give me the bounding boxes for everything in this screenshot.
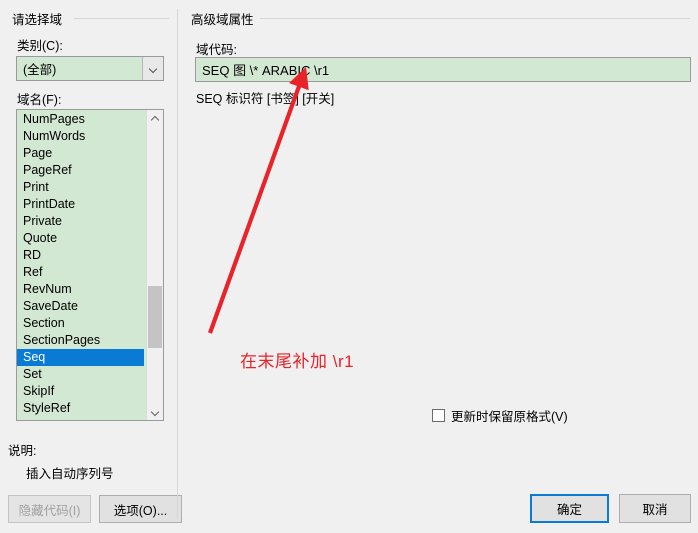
preserve-format-checkbox[interactable] — [432, 409, 445, 422]
list-item[interactable]: Page — [17, 145, 146, 162]
fieldname-scrollbar[interactable] — [146, 110, 163, 420]
category-value: (全部) — [23, 63, 57, 77]
category-dropdown-button[interactable] — [142, 57, 163, 80]
list-item[interactable]: SkipIf — [17, 383, 146, 400]
ok-button[interactable]: 确定 — [530, 494, 609, 523]
left-group-title: 请选择域 — [12, 9, 69, 28]
description-label: 说明: — [8, 444, 37, 458]
options-button[interactable]: 选项(O)... — [99, 495, 182, 523]
fieldname-label: 域名(F): — [17, 93, 62, 107]
list-item[interactable]: RD — [17, 247, 146, 264]
chevron-up-icon — [152, 115, 159, 122]
list-item[interactable]: SaveDate — [17, 298, 146, 315]
list-item[interactable]: Print — [17, 179, 146, 196]
scroll-down-button[interactable] — [147, 404, 163, 420]
list-item[interactable]: Set — [17, 366, 146, 383]
scroll-up-button[interactable] — [147, 110, 163, 126]
chevron-down-icon — [152, 409, 159, 416]
list-item[interactable]: PageRef — [17, 162, 146, 179]
left-group-divider — [74, 18, 169, 19]
cancel-button[interactable]: 取消 — [619, 494, 691, 523]
fieldcode-label: 域代码: — [196, 43, 237, 57]
chevron-down-icon — [149, 65, 157, 73]
fieldname-listbox[interactable]: NumPages NumWords Page PageRef Print PrintDat… — [16, 109, 164, 421]
fieldcode-input[interactable]: SEQ 图 \* ARABIC \r1 — [195, 57, 691, 82]
list-item[interactable]: Quote — [17, 230, 146, 247]
fieldcode-hint: SEQ 标识符 [书签] [开关] — [196, 92, 335, 106]
description-text: 插入自动序列号 — [26, 467, 114, 481]
right-group-divider — [253, 18, 690, 19]
category-label: 类别(C): — [17, 39, 63, 53]
list-item-selected[interactable]: Seq — [17, 349, 144, 366]
preserve-format-checkbox-row[interactable]: 更新时保留原格式(V) — [432, 406, 568, 425]
list-item[interactable]: RevNum — [17, 281, 146, 298]
list-item[interactable]: StyleRef — [17, 400, 146, 417]
scrollbar-thumb[interactable] — [148, 286, 162, 348]
hide-codes-button[interactable]: 隐藏代码(I) — [8, 495, 91, 523]
list-item[interactable]: NumWords — [17, 128, 146, 145]
preserve-format-label: 更新时保留原格式(V) — [451, 410, 568, 424]
list-item[interactable]: Ref — [17, 264, 146, 281]
fieldname-list-items: NumPages NumWords Page PageRef Print PrintDat… — [17, 110, 146, 420]
list-item[interactable]: Section — [17, 315, 146, 332]
annotation-text: 在末尾补加 \r1 — [240, 352, 355, 371]
list-item[interactable]: SectionPages — [17, 332, 146, 349]
list-item[interactable]: Private — [17, 213, 146, 230]
list-item[interactable]: PrintDate — [17, 196, 146, 213]
category-combobox[interactable]: (全部) — [16, 56, 164, 81]
list-item[interactable]: NumPages — [17, 111, 146, 128]
right-group-title: 高级域属性 — [191, 9, 260, 28]
group-vertical-divider — [177, 9, 178, 519]
